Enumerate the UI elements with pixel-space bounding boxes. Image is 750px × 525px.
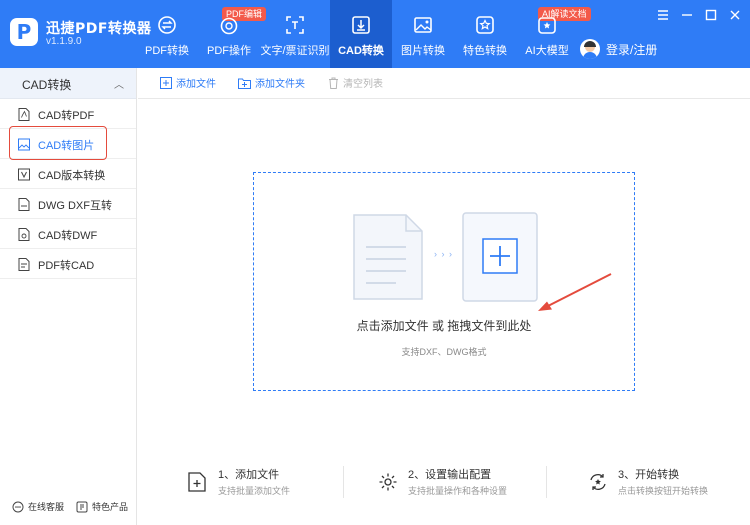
sidebar-item-label: CAD转图片 (38, 140, 95, 152)
gear-icon (379, 473, 397, 491)
ai-model-icon (538, 17, 556, 34)
toolbar: 添加文件 添加文件夹 清空列表 (138, 68, 750, 99)
top-nav: PDF转换 PDF编辑 PDF操作 文字/票证识别 CAD转换 图片转换 特色转… (136, 0, 591, 68)
dwf-file-icon (18, 228, 30, 241)
sidebar-item-cad-to-image[interactable]: CAD转图片 (0, 129, 136, 159)
flow-arrows: › › › (434, 249, 453, 259)
app-logo: P (10, 18, 38, 46)
sidebar-item-cad-to-dwf[interactable]: CAD转DWF (0, 219, 136, 249)
image-file-icon (18, 138, 30, 151)
featured-products-label: 特色产品 (92, 502, 129, 512)
step-desc: 点击转换按钮开始转换 (618, 486, 709, 496)
nav-ai-model[interactable]: AI解读文档 AI大模型 (516, 0, 591, 68)
logo-letter: P (16, 20, 32, 44)
version-icon (18, 168, 30, 181)
featured-products-link[interactable]: 特色产品 (76, 500, 128, 513)
online-service-link[interactable]: 在线客服 (12, 500, 64, 513)
step-desc: 支持批量操作和各种设置 (408, 486, 508, 496)
pdf-cad-icon (18, 258, 30, 271)
convert-cycle-icon (158, 16, 176, 34)
nav-label: AI大模型 (525, 45, 569, 57)
step-divider (343, 466, 344, 498)
add-file-label: 添加文件 (176, 79, 216, 90)
trash-icon (329, 77, 338, 89)
nav-label: PDF操作 (207, 45, 251, 57)
online-service-label: 在线客服 (28, 502, 65, 512)
login-register-link[interactable]: 登录/注册 (606, 41, 657, 58)
sidebar-item-label: PDF转CAD (38, 260, 95, 272)
step-title: 2、设置输出配置 (408, 469, 492, 481)
nav-special-convert[interactable]: 特色转换 (454, 0, 516, 68)
sidebar-item-dwg-dxf[interactable]: DWG DXF互转 (0, 189, 136, 219)
nav-pdf-ops[interactable]: PDF编辑 PDF操作 (198, 0, 267, 68)
clear-list-label: 清空列表 (343, 79, 383, 90)
nav-label: 特色转换 (463, 45, 507, 57)
user-login[interactable]: 登录/注册 (580, 38, 657, 60)
sidebar-item-label: DWG DXF互转 (38, 200, 112, 212)
window-controls (656, 8, 742, 22)
app-version: v1.1.9.0 (46, 36, 82, 47)
step-title: 3、开始转换 (618, 469, 680, 481)
document-illustration-icon (353, 214, 423, 300)
file-drop-zone[interactable]: › › › 点击添加文件 或 拖拽文件到此处 支持DXF、DWG格式 (253, 172, 635, 391)
steps-guide: 1、添加文件 支持批量添加文件 2、设置输出配置 支持批量操作和各种设置 3、开… (180, 462, 740, 502)
convert-star-icon (590, 474, 606, 490)
title-bar: P 迅捷PDF转换器 v1.1.9.0 PDF转换 PDF编辑 PDF操作 文字… (0, 0, 750, 68)
nav-image-convert[interactable]: 图片转换 (392, 0, 454, 68)
drop-zone-subtitle: 支持DXF、DWG格式 (401, 347, 487, 357)
sidebar-item-label: CAD转PDF (38, 110, 95, 122)
add-file-icon (160, 76, 172, 89)
add-document-icon (188, 472, 206, 492)
image-icon (414, 17, 432, 33)
step-desc: 支持批量添加文件 (218, 486, 291, 496)
nav-ocr[interactable]: 文字/票证识别 (260, 0, 330, 68)
ocr-scan-icon (286, 16, 304, 34)
sidebar-item-cad-to-pdf[interactable]: CAD转PDF (0, 99, 136, 129)
sidebar-item-label: CAD版本转换 (38, 170, 106, 182)
step-divider (546, 466, 547, 498)
add-file-button[interactable]: 添加文件 (160, 75, 216, 90)
add-target-icon (462, 212, 538, 302)
headset-icon (12, 501, 24, 512)
step-title: 1、添加文件 (218, 469, 280, 481)
nav-label: PDF转换 (145, 45, 189, 57)
sidebar-header[interactable]: CAD转换 ︿ (0, 68, 136, 99)
nav-label: 图片转换 (401, 45, 445, 57)
sidebar: CAD转换 ︿ CAD转PDF CAD转图片 CAD版本转换 DWG DXF互转… (0, 68, 137, 525)
sidebar-footer: 在线客服 特色产品 (0, 500, 137, 513)
more-menu-icon[interactable] (656, 8, 670, 22)
sidebar-header-title: CAD转换 (22, 78, 72, 92)
cad-download-icon (352, 16, 370, 34)
sidebar-item-label: CAD转DWF (38, 230, 98, 242)
minimize-icon[interactable] (680, 8, 694, 22)
nav-pdf-convert[interactable]: PDF转换 (136, 0, 198, 68)
sidebar-item-pdf-to-cad[interactable]: PDF转CAD (0, 249, 136, 279)
sidebar-item-cad-version[interactable]: CAD版本转换 (0, 159, 136, 189)
pdf-file-icon (18, 108, 30, 121)
nav-label: CAD转换 (338, 45, 384, 57)
close-icon[interactable] (728, 8, 742, 22)
add-folder-icon (238, 78, 251, 89)
maximize-icon[interactable] (704, 8, 718, 22)
dwg-file-icon (18, 198, 30, 211)
pdf-ops-icon (220, 17, 238, 35)
star-convert-icon (476, 16, 494, 34)
red-arrow-annotation-icon (538, 273, 612, 311)
nav-cad-convert[interactable]: CAD转换 (330, 0, 392, 68)
nav-label: 文字/票证识别 (260, 45, 330, 57)
drop-zone-title: 点击添加文件 或 拖拽文件到此处 (356, 319, 532, 333)
add-folder-label: 添加文件夹 (255, 79, 305, 90)
chevron-up-icon[interactable]: ︿ (114, 76, 124, 91)
add-folder-button[interactable]: 添加文件夹 (238, 75, 305, 90)
products-icon (76, 501, 88, 512)
clear-list-button[interactable]: 清空列表 (328, 75, 383, 90)
avatar (580, 39, 600, 59)
